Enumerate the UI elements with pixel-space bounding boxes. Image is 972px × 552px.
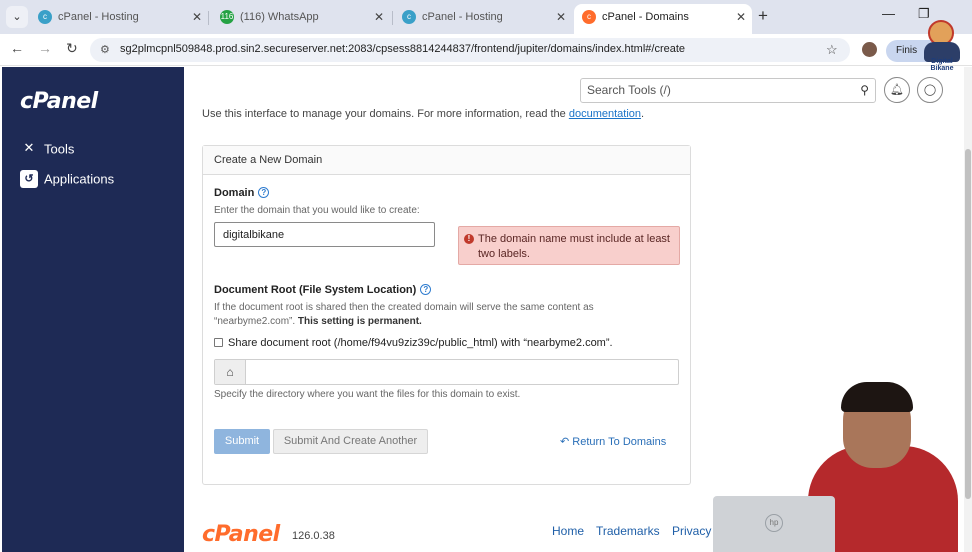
browser-toolbar: ← → ↻ ⚙ sg2plmcpnl509848.prod.sin2.secur… <box>0 34 972 66</box>
cpanel-version: 126.0.38 <box>292 530 335 542</box>
share-document-root-checkbox[interactable] <box>214 338 223 347</box>
sidebar-item-label: Applications <box>44 171 115 187</box>
cpanel-sidebar: cPanel ✕ Tools ↺ Applications <box>2 67 184 552</box>
reload-icon[interactable]: ↻ <box>66 40 78 57</box>
close-tab-icon[interactable]: ✕ <box>192 4 202 30</box>
intro-sentence: Use this interface to manage your domain… <box>202 108 569 120</box>
tab-search-chevron-icon[interactable]: ⌄ <box>6 6 28 28</box>
document-root-label: Document Root (File System Location)? <box>214 284 432 296</box>
whatsapp-icon: 116 <box>220 10 234 24</box>
domain-input[interactable] <box>214 222 435 247</box>
close-tab-icon[interactable]: ✕ <box>556 4 566 30</box>
hp-logo-icon: hp <box>765 514 783 532</box>
footer-cpanel-logo: cPanel <box>202 522 280 547</box>
return-to-domains-link[interactable]: ↶ Return To Domains <box>560 435 666 448</box>
document-root-field[interactable]: ⌂ <box>214 359 679 385</box>
submit-button[interactable]: Submit <box>214 429 270 454</box>
domain-error-alert: ! The domain name must include at least … <box>458 226 680 265</box>
tab-whatsapp[interactable]: 116 (116) WhatsApp ✕ <box>212 4 390 30</box>
url-text: sg2plmcpnl509848.prod.sin2.secureserver.… <box>120 43 686 55</box>
close-tab-icon[interactable]: ✕ <box>374 4 384 30</box>
close-tab-icon[interactable]: ✕ <box>736 4 746 30</box>
browser-tabbar: ⌄ c cPanel - Hosting ✕ 116 (116) WhatsAp… <box>0 0 972 34</box>
tab-label: (116) WhatsApp <box>240 11 319 23</box>
forward-arrow-icon[interactable]: → <box>38 40 52 56</box>
share-document-root-row[interactable]: Share document root (/home/f94vu9ziz39c/… <box>214 337 613 349</box>
return-to-domains-label: Return To Domains <box>572 436 667 448</box>
share-document-root-label: Share document root (/home/f94vu9ziz39c/… <box>228 337 613 349</box>
footer-link-home[interactable]: Home <box>552 524 584 538</box>
laptop-image: hp <box>713 496 835 552</box>
bookmark-star-icon[interactable]: ☆ <box>826 42 838 58</box>
search-tools-box[interactable]: ⚲ <box>580 78 876 103</box>
cpanel-orange-icon: c <box>582 10 596 24</box>
domain-label: Domain? <box>214 187 270 199</box>
documentation-link[interactable]: documentation <box>569 108 641 120</box>
permanent-setting-note: This setting is permanent. <box>297 316 422 327</box>
search-tools-input[interactable] <box>587 83 847 97</box>
address-bar[interactable]: ⚙ sg2plmcpnl509848.prod.sin2.secureserve… <box>90 38 850 62</box>
cpanel-tab-icon: c <box>402 10 416 24</box>
tools-icon: ✕ <box>23 140 35 155</box>
sidebar-item-label: Tools <box>44 141 75 157</box>
presenter-hair <box>841 382 913 412</box>
intro-text: Use this interface to manage your domain… <box>202 108 644 120</box>
sidebar-item-tools[interactable]: ✕ Tools <box>20 140 75 160</box>
user-account-icon[interactable]: ◯ <box>917 77 943 103</box>
home-icon: ⌂ <box>215 360 246 384</box>
submit-and-create-another-button[interactable]: Submit And Create Another <box>273 429 428 454</box>
create-domain-panel: Create a New Domain Domain? Enter the do… <box>202 145 691 485</box>
channel-mascot-logo: Digital Bikane <box>920 14 964 72</box>
cpanel-tab-icon: c <box>38 10 52 24</box>
new-tab-plus-icon[interactable]: + <box>758 6 768 26</box>
tab-separator <box>208 11 209 25</box>
search-icon[interactable]: ⚲ <box>860 83 869 97</box>
help-icon[interactable]: ? <box>420 284 432 295</box>
minimize-icon[interactable]: — <box>882 6 895 21</box>
tab-separator <box>392 11 393 25</box>
document-root-hint-domain: “nearbyme2.com”. <box>214 316 298 327</box>
help-icon[interactable]: ? <box>258 187 270 198</box>
cpanel-logo[interactable]: cPanel <box>20 89 98 114</box>
return-arrow-icon: ↶ <box>560 436 570 448</box>
document-root-help: Specify the directory where you want the… <box>214 389 521 400</box>
tab-label: cPanel - Hosting <box>58 11 139 23</box>
domain-hint: Enter the domain that you would like to … <box>214 205 420 216</box>
sidebar-item-applications[interactable]: ↺ Applications <box>20 170 114 190</box>
footer-link-trademarks[interactable]: Trademarks <box>596 524 660 538</box>
error-message: The domain name must include at least tw… <box>478 233 670 260</box>
document-root-hint-line1: If the document root is shared then the … <box>214 302 594 313</box>
tab-label: cPanel - Hosting <box>422 11 503 23</box>
domain-label-text: Domain <box>214 187 255 199</box>
back-arrow-icon[interactable]: ← <box>10 40 24 56</box>
document-root-label-text: Document Root (File System Location) <box>214 284 417 296</box>
error-icon: ! <box>464 234 474 244</box>
site-settings-icon[interactable]: ⚙ <box>100 43 110 56</box>
document-root-hint-line2: “nearbyme2.com”. This setting is permane… <box>214 316 422 327</box>
presenter-webcam-overlay: hp <box>713 378 972 552</box>
notifications-bell-icon[interactable]: 🔔︎ <box>884 77 910 103</box>
intro-tail: . <box>641 108 645 120</box>
tab-cpanel-hosting-1[interactable]: c cPanel - Hosting ✕ <box>30 4 208 30</box>
applications-icon: ↺ <box>20 170 38 188</box>
tab-cpanel-domains[interactable]: c cPanel - Domains ✕ <box>574 4 752 34</box>
tab-label: cPanel - Domains <box>602 11 689 23</box>
panel-title: Create a New Domain <box>203 146 690 175</box>
mascot-text: Digital Bikane <box>930 58 954 72</box>
profile-avatar[interactable] <box>862 42 877 57</box>
tab-cpanel-hosting-2[interactable]: c cPanel - Hosting ✕ <box>394 4 572 30</box>
